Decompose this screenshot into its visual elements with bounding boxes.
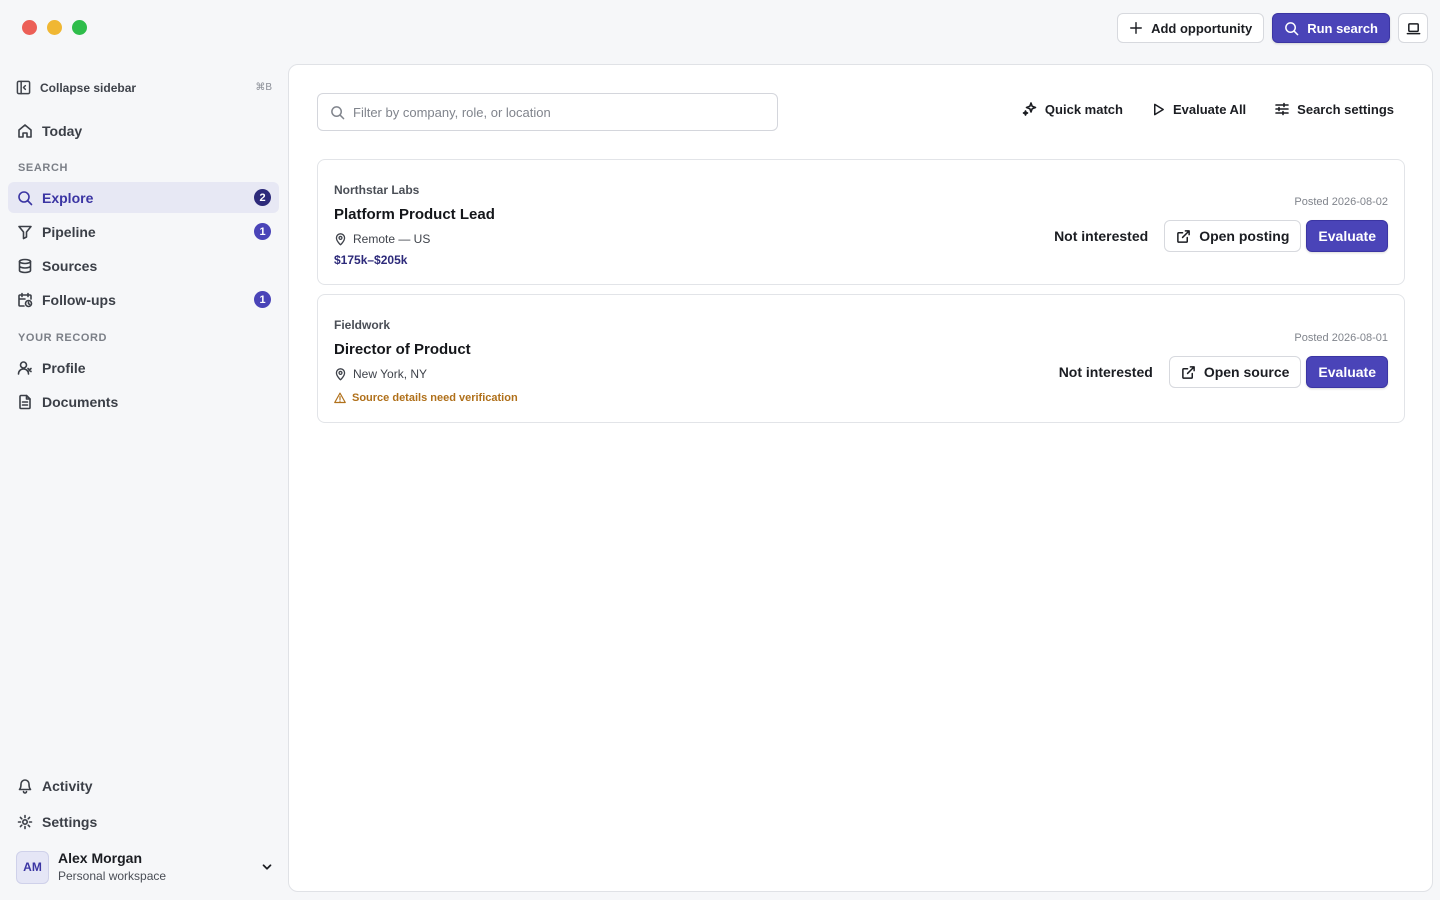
sidebar-item-activity[interactable]: Activity [8, 770, 279, 801]
user-name: Alex Morgan [58, 850, 143, 867]
open-posting-button[interactable]: Open posting [1164, 220, 1302, 252]
verification-warning: Source details need verification [334, 392, 518, 404]
company-name: Fieldwork [334, 318, 391, 332]
filter-input[interactable] [353, 104, 765, 120]
section-label-search: SEARCH [18, 162, 69, 174]
company-name: Northstar Labs [334, 183, 420, 197]
sidebar-item-sources[interactable]: Sources [8, 250, 279, 281]
explore-count-badge: 2 [254, 189, 271, 206]
chevron-down-icon [262, 864, 272, 870]
minimize-window-button[interactable] [47, 20, 62, 35]
collapse-sidebar-button[interactable]: Collapse sidebar ⌘B [16, 80, 272, 95]
explore-panel: Quick match Evaluate All Search settings… [288, 64, 1433, 892]
toolbar-actions: Quick match Evaluate All Search settings [1022, 101, 1394, 117]
play-icon [1153, 103, 1164, 115]
panel-toggle-button[interactable] [1398, 13, 1428, 43]
filter-box [317, 93, 778, 131]
role-title: Platform Product Lead [334, 206, 495, 223]
database-icon [18, 258, 32, 273]
sidebar-item-pipeline[interactable]: Pipeline 1 [8, 216, 279, 247]
shortcut-hint: ⌘B [255, 82, 272, 93]
zoom-window-button[interactable] [72, 20, 87, 35]
home-icon [18, 123, 32, 138]
user-icon [17, 360, 32, 375]
sidebar-item-profile[interactable]: Profile [8, 352, 279, 383]
sidebar-collapse-icon [16, 80, 31, 95]
run-search-button[interactable]: Run search [1272, 13, 1390, 43]
calendar-clock-icon [18, 292, 33, 307]
location: Remote — US [334, 232, 430, 246]
follow-ups-count-badge: 1 [254, 291, 271, 308]
opportunity-card: Fieldwork Director of Product New York, … [317, 294, 1405, 423]
external-link-icon [1181, 365, 1195, 379]
pipeline-count-badge: 1 [254, 223, 271, 240]
gear-icon [17, 814, 33, 829]
map-pin-icon [335, 232, 346, 245]
workspace-name: Personal workspace [58, 869, 167, 884]
bell-icon [18, 778, 32, 794]
close-window-button[interactable] [22, 20, 37, 35]
topbar: Add opportunity Run search [1117, 13, 1428, 43]
sidebar-item-explore[interactable]: Explore 2 [8, 182, 279, 213]
search-settings-button[interactable]: Search settings [1274, 101, 1394, 117]
filter-icon [18, 225, 32, 239]
account-switcher[interactable]: AM Alex Morgan Personal workspace [16, 850, 274, 884]
search-icon [331, 105, 345, 119]
not-interested-button[interactable]: Not interested [1043, 220, 1159, 252]
role-title: Director of Product [334, 341, 471, 358]
salary-range: $175k–$205k [334, 253, 408, 267]
laptop-icon [1406, 22, 1420, 34]
open-source-button[interactable]: Open source [1168, 356, 1302, 388]
map-pin-icon [335, 367, 346, 380]
sidebar: Collapse sidebar ⌘B Today SEARCH Explore… [0, 64, 288, 900]
warning-icon [334, 392, 346, 404]
evaluate-button[interactable]: Evaluate [1306, 220, 1388, 252]
quick-match-button[interactable]: Quick match [1022, 101, 1123, 117]
sparkles-icon [1022, 102, 1037, 116]
sidebar-item-today[interactable]: Today [8, 115, 279, 146]
sidebar-item-follow-ups[interactable]: Follow-ups 1 [8, 284, 279, 315]
posted-date: Posted 2026-08-01 [1294, 332, 1388, 344]
section-label-your-record: YOUR RECORD [18, 332, 108, 344]
plus-icon [1130, 22, 1143, 34]
search-icon [18, 190, 33, 205]
add-opportunity-button[interactable]: Add opportunity [1117, 13, 1265, 43]
location: New York, NY [334, 367, 427, 381]
sidebar-item-documents[interactable]: Documents [8, 386, 279, 417]
search-icon [1285, 21, 1299, 35]
document-icon [19, 394, 31, 409]
avatar: AM [16, 850, 49, 884]
opportunity-card: Northstar Labs Platform Product Lead Rem… [317, 159, 1405, 285]
not-interested-button[interactable]: Not interested [1048, 356, 1164, 388]
evaluate-button[interactable]: Evaluate [1306, 356, 1388, 388]
sidebar-item-settings[interactable]: Settings [8, 806, 279, 837]
sliders-icon [1275, 102, 1289, 116]
window-controls [22, 20, 87, 35]
external-link-icon [1177, 229, 1191, 243]
posted-date: Posted 2026-08-02 [1294, 196, 1388, 208]
evaluate-all-button[interactable]: Evaluate All [1151, 102, 1246, 117]
